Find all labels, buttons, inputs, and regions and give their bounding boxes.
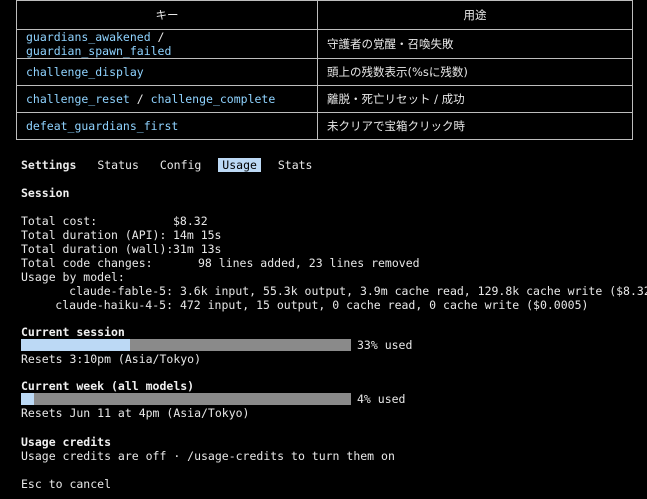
key-name: guardian_spawn_failed bbox=[26, 44, 172, 58]
key-cell: guardians_awakened / guardian_spawn_fail… bbox=[16, 29, 318, 59]
usage-credits-heading: Usage credits bbox=[21, 435, 112, 449]
table-row: challenge_display 頭上の残数表示(%sに残数) bbox=[16, 58, 633, 86]
table-row: defeat_guardians_first 未クリアで宝箱クリック時 bbox=[16, 112, 633, 140]
tab-status[interactable]: Status bbox=[93, 158, 143, 172]
stat-label: Total cost: bbox=[21, 214, 98, 228]
key-separator: / bbox=[150, 30, 165, 44]
tab-config[interactable]: Config bbox=[156, 158, 206, 172]
settings-title: Settings bbox=[21, 158, 77, 172]
model-usage-row: claude-haiku-4-5: 472 input, 15 output, … bbox=[21, 298, 588, 312]
usage-by-model-label: Usage by model: bbox=[21, 270, 125, 284]
stat-label: Total code changes: bbox=[21, 256, 153, 270]
stat-value: $8.32 bbox=[173, 214, 208, 228]
stat-row: Total duration (API): 14m 15s bbox=[21, 228, 221, 242]
table-header-row: キー 用途 bbox=[16, 0, 633, 30]
stat-value: 14m 15s bbox=[173, 228, 222, 242]
i18n-key-table: キー 用途 guardians_awakened / guardian_spaw… bbox=[16, 0, 633, 148]
model-name: claude-fable-5: bbox=[69, 284, 173, 298]
usage-credits-text: Usage credits are off · /usage-credits t… bbox=[21, 449, 395, 463]
key-usage-table: キー 用途 guardians_awakened / guardian_spaw… bbox=[16, 0, 633, 140]
current-session-used-label: 33% used bbox=[357, 338, 413, 352]
current-session-heading: Current session bbox=[21, 325, 125, 339]
model-usage-row: claude-fable-5: 3.6k input, 55.3k output… bbox=[21, 284, 647, 298]
current-week-used-label: 4% used bbox=[357, 392, 406, 406]
key-name: challenge_complete bbox=[150, 92, 276, 106]
current-week-progress-fill bbox=[21, 393, 35, 405]
usage-cell: 頭上の残数表示(%sに残数) bbox=[317, 58, 633, 86]
stat-label: Total duration (API): bbox=[21, 228, 167, 242]
current-week-progress-bar bbox=[21, 393, 351, 405]
usage-cell: 未クリアで宝箱クリック時 bbox=[317, 112, 633, 140]
stat-row: Total code changes: 98 lines added, 23 li… bbox=[21, 256, 420, 270]
current-session-resets: Resets 3:10pm (Asia/Tokyo) bbox=[21, 352, 202, 366]
key-name: defeat_guardians_first bbox=[26, 119, 179, 133]
key-separator: / bbox=[129, 92, 151, 106]
tab-usage[interactable]: Usage bbox=[218, 158, 261, 172]
settings-tab-bar: Settings Status Config Usage Stats bbox=[21, 158, 322, 172]
model-usage-detail: 472 input, 15 output, 0 cache read, 0 ca… bbox=[179, 298, 589, 312]
usage-cell: 離脱・死亡リセット / 成功 bbox=[317, 85, 633, 113]
stat-row: Total cost: $8.32 bbox=[21, 214, 208, 228]
header-usage: 用途 bbox=[317, 0, 633, 30]
usage-cell: 守護者の覚醒・召喚失敗 bbox=[317, 29, 633, 59]
stat-label: Total duration (wall): bbox=[21, 242, 174, 256]
key-name: challenge_display bbox=[26, 65, 144, 79]
esc-cancel-hint: Esc to cancel bbox=[21, 477, 112, 491]
header-key: キー bbox=[16, 0, 318, 30]
table-row: challenge_reset / challenge_complete 離脱・… bbox=[16, 85, 633, 113]
key-cell: defeat_guardians_first bbox=[16, 112, 318, 140]
table-row: guardians_awakened / guardian_spawn_fail… bbox=[16, 29, 633, 59]
current-week-resets: Resets Jun 11 at 4pm (Asia/Tokyo) bbox=[21, 406, 250, 420]
settings-panel: Settings Status Config Usage Stats Sessi… bbox=[0, 148, 647, 499]
tab-stats[interactable]: Stats bbox=[274, 158, 317, 172]
session-heading: Session bbox=[21, 186, 70, 200]
stat-row: Total duration (wall):31m 13s bbox=[21, 242, 221, 256]
stat-value: 98 lines added, 23 lines removed bbox=[198, 256, 420, 270]
key-name: guardians_awakened bbox=[26, 30, 151, 44]
current-week-heading: Current week (all models) bbox=[21, 379, 195, 393]
model-name: claude-haiku-4-5: bbox=[55, 298, 173, 312]
stat-value: 31m 13s bbox=[173, 242, 222, 256]
current-session-progress-fill bbox=[21, 339, 130, 351]
key-name: challenge_reset bbox=[26, 92, 130, 106]
current-session-progress-bar bbox=[21, 339, 351, 351]
key-cell: challenge_display bbox=[16, 58, 318, 86]
key-cell: challenge_reset / challenge_complete bbox=[16, 85, 318, 113]
model-usage-detail: 3.6k input, 55.3k output, 3.9m cache rea… bbox=[179, 284, 647, 298]
